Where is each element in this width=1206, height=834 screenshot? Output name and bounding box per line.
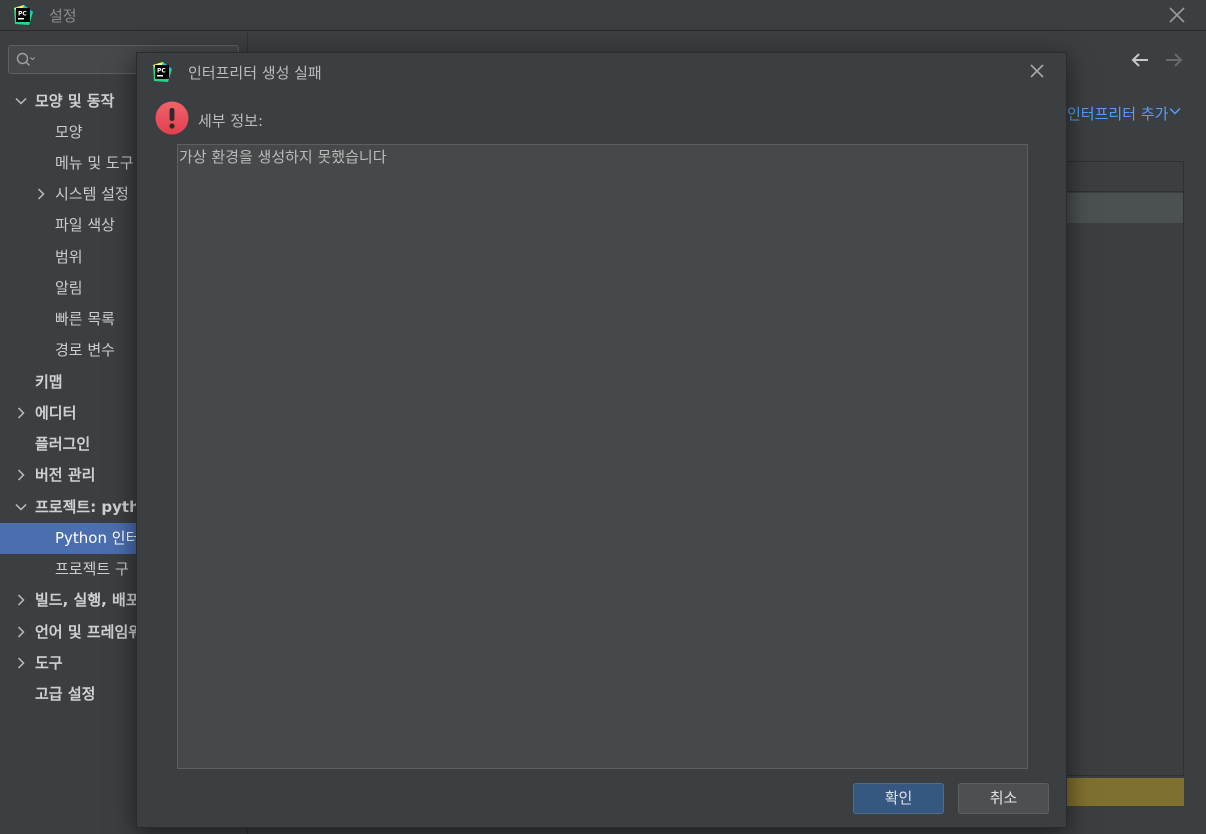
pycharm-logo-icon: PC bbox=[153, 62, 172, 82]
chevron-down-icon[interactable] bbox=[15, 501, 27, 513]
interpreter-error-dialog: PC 인터프리터 생성 실패 세부 정보: 가상 환경을 생성하지 못했습니다 … bbox=[136, 52, 1067, 828]
tree-item-label: 키맵 bbox=[35, 373, 63, 391]
tree-item-label: 범위 bbox=[55, 248, 83, 266]
tree-item-label: 언어 및 프레임워 bbox=[35, 623, 143, 641]
tree-item-label: 버전 관리 bbox=[35, 466, 96, 484]
chevron-right-icon[interactable] bbox=[15, 626, 27, 638]
arrow-left-icon[interactable] bbox=[1129, 49, 1151, 71]
table-header bbox=[1066, 162, 1183, 192]
tree-item-label: 고급 설정 bbox=[35, 685, 96, 703]
cancel-button[interactable]: 취소 bbox=[958, 783, 1049, 814]
tree-item-label: 플러그인 bbox=[35, 435, 91, 453]
details-label: 세부 정보: bbox=[198, 112, 264, 130]
chevron-right-icon[interactable] bbox=[15, 469, 27, 481]
window-title: 설정 bbox=[49, 7, 77, 25]
chevron-right-icon[interactable] bbox=[15, 657, 27, 669]
details-text: 가상 환경을 생성하지 못했습니다 bbox=[179, 148, 387, 166]
packages-table bbox=[1065, 161, 1184, 776]
chevron-down-icon[interactable] bbox=[15, 95, 27, 107]
tree-item-label: 시스템 설정 bbox=[55, 185, 129, 203]
tree-item-label: 프로젝트 구 bbox=[55, 560, 129, 578]
tree-item-label: 경로 변수 bbox=[55, 341, 115, 359]
close-icon[interactable] bbox=[1166, 4, 1188, 26]
error-icon bbox=[155, 101, 189, 135]
svg-text:PC: PC bbox=[157, 68, 166, 75]
tree-item-label: 에디터 bbox=[35, 404, 77, 422]
table-row[interactable] bbox=[1066, 193, 1183, 223]
tree-item-label: 알림 bbox=[55, 279, 83, 297]
search-icon bbox=[16, 52, 35, 66]
tree-item-label: 파일 색상 bbox=[55, 216, 115, 234]
svg-text:PC: PC bbox=[18, 11, 27, 18]
close-icon[interactable] bbox=[1027, 61, 1047, 81]
chevron-right-icon[interactable] bbox=[15, 407, 27, 419]
tree-item-label: 프로젝트: pytho bbox=[35, 498, 151, 516]
ok-button[interactable]: 확인 bbox=[853, 783, 944, 814]
chevron-down-icon[interactable] bbox=[1169, 105, 1181, 117]
dialog-title: 인터프리터 생성 실패 bbox=[188, 64, 322, 82]
tree-item-label: 빠른 목록 bbox=[55, 310, 115, 328]
details-text-area[interactable]: 가상 환경을 생성하지 못했습니다 bbox=[177, 144, 1028, 769]
add-interpreter-link[interactable]: 인터프리터 추가 bbox=[1067, 103, 1168, 124]
tree-item-label: 모양 bbox=[55, 123, 83, 141]
tree-item-label: Python 인터 bbox=[55, 529, 140, 547]
pycharm-logo-icon: PC bbox=[14, 5, 33, 25]
arrow-right-icon[interactable] bbox=[1163, 49, 1185, 71]
warning-banner bbox=[1065, 778, 1184, 806]
tree-item-label: 메뉴 및 도구 bbox=[55, 154, 134, 172]
tree-item-label: 도구 bbox=[35, 654, 63, 672]
window-titlebar: PC 설정 bbox=[0, 0, 1206, 31]
tree-item-label: 모양 및 동작 bbox=[35, 92, 115, 110]
chevron-right-icon[interactable] bbox=[35, 188, 47, 200]
chevron-right-icon[interactable] bbox=[15, 594, 27, 606]
tree-item-label: 빌드, 실행, 배포 bbox=[35, 591, 140, 609]
